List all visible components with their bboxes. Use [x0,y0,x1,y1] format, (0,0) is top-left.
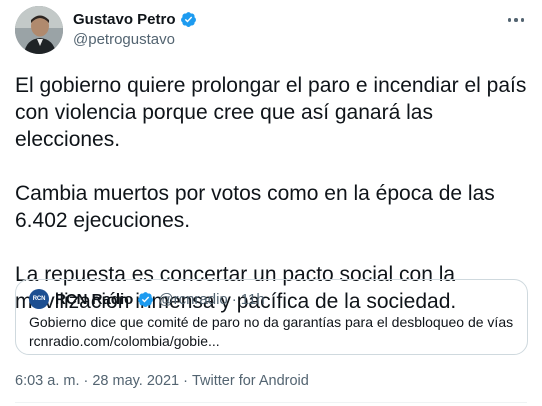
quoted-handle: @rcnradio [158,290,228,308]
quoted-tweet[interactable]: RCN RCN Radio @rcnradio · 11h Gobierno d… [15,279,528,355]
tweet-paragraph: El gobierno quiere prolongar el paro e i… [15,74,527,151]
divider [15,402,527,403]
verified-badge-icon [180,11,196,27]
quoted-display-name: RCN Radio [55,290,134,308]
tweet-paragraph: Cambia muertos por votos como en la époc… [15,182,495,232]
avatar-image [15,6,63,54]
tweet-metadata: 6:03 a. m. · 28 may. 2021 · Twitter for … [15,373,309,389]
quoted-text-line: Gobierno dice que comité de paro no da g… [29,314,514,330]
quoted-avatar: RCN [29,289,49,309]
tweet-source[interactable]: Twitter for Android [192,373,309,389]
meta-separator: · [183,373,188,389]
meta-separator: · [83,373,89,389]
author-avatar[interactable] [15,6,63,54]
author-info: Gustavo Petro @petrogustavo [73,9,197,48]
tweet-time[interactable]: 6:03 a. m. [15,373,79,389]
verified-badge-icon [138,291,154,307]
quoted-link: rcnradio.com/colombia/gobie... [29,333,220,349]
quoted-text: Gobierno dice que comité de paro no da g… [29,313,519,351]
author-handle[interactable]: @petrogustavo [73,31,197,48]
quoted-timestamp: 11h [240,290,265,308]
tweet-card: Gustavo Petro @petrogustavo El gobierno … [0,0,542,406]
author-display-name[interactable]: Gustavo Petro [73,11,176,28]
quoted-separator: · [231,290,237,308]
tweet-date[interactable]: 28 may. 2021 [92,373,179,389]
more-options-icon[interactable] [504,8,528,32]
